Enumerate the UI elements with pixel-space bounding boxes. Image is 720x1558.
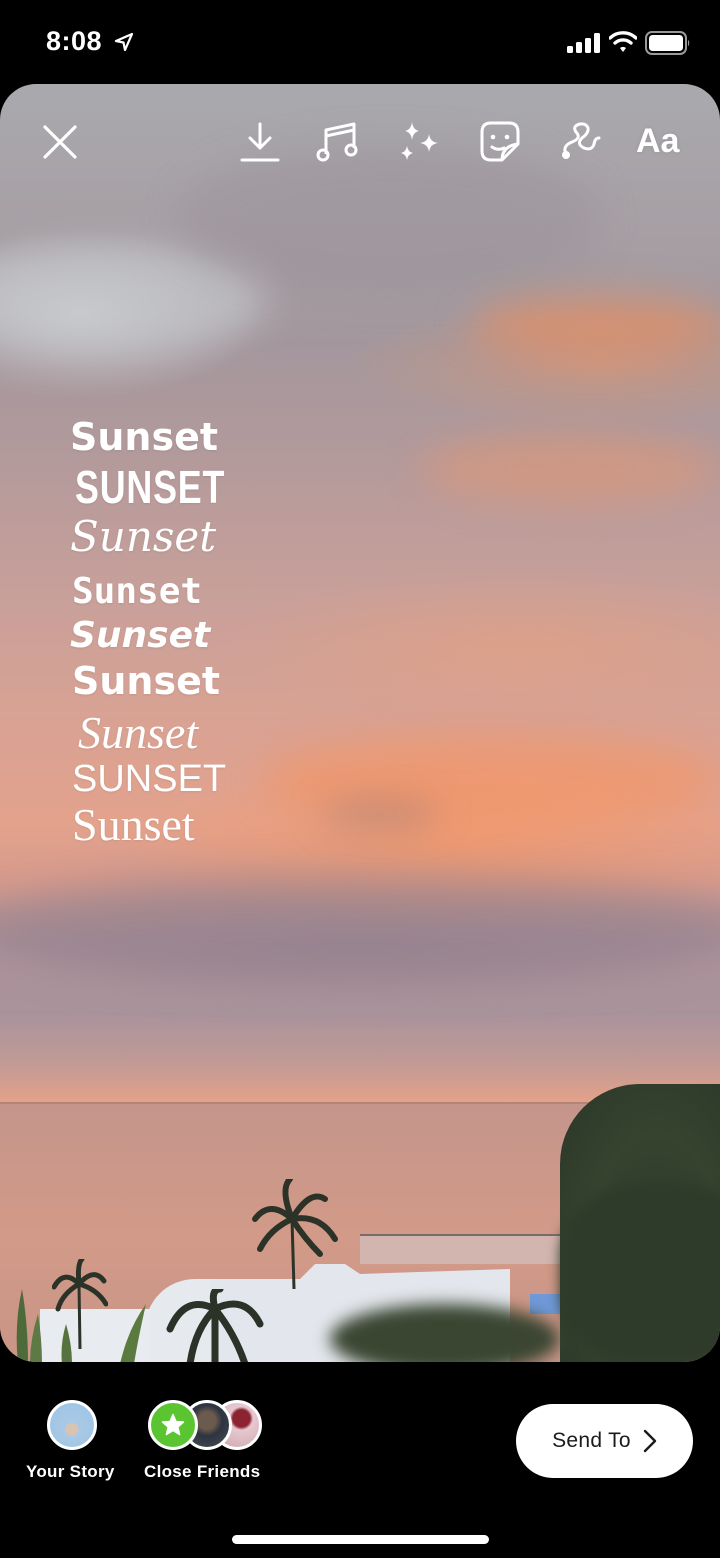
wifi-icon: [609, 31, 637, 52]
close-icon: [43, 125, 77, 159]
text-overlay-bold-italic[interactable]: Sunset: [70, 618, 268, 662]
your-story-avatar: [47, 1400, 97, 1450]
download-button[interactable]: [238, 120, 282, 164]
your-story-button[interactable]: Your Story: [26, 1400, 115, 1482]
sticker-button[interactable]: [478, 120, 522, 164]
building: [360, 1234, 590, 1264]
cloud-shape: [180, 144, 600, 294]
status-time: 8:08: [46, 26, 103, 56]
draw-button[interactable]: [558, 120, 602, 164]
close-friends-avatars: [148, 1400, 268, 1450]
cellular-signal-icon: [567, 33, 600, 53]
cloud-shape: [320, 804, 440, 824]
status-bar: 8:08: [0, 0, 720, 84]
text-overlay-sans-caps[interactable]: SUNSET: [72, 760, 268, 802]
text-tool-button[interactable]: Aa: [636, 122, 679, 161]
palm-tree: [166, 1289, 264, 1362]
sticker-icon: [480, 121, 520, 162]
home-indicator[interactable]: [232, 1535, 489, 1544]
download-icon: [240, 122, 280, 162]
star-icon: [161, 1413, 185, 1436]
close-button[interactable]: [38, 120, 82, 164]
send-to-button[interactable]: Send To: [516, 1404, 693, 1478]
effects-button[interactable]: [398, 120, 442, 164]
send-to-label: Send To: [552, 1429, 631, 1452]
text-overlay-serif-italic[interactable]: Sunset: [78, 710, 268, 760]
palm-tree: [252, 1179, 338, 1289]
close-friends-badge: [148, 1400, 198, 1450]
text-overlay-rounded[interactable]: Sunset: [72, 662, 268, 710]
foreground-plants: [16, 1289, 146, 1362]
location-arrow-icon: [114, 32, 134, 52]
text-overlay-serif[interactable]: Sunset: [72, 802, 268, 848]
close-friends-label: Close Friends: [144, 1462, 261, 1481]
cloud-shape: [470, 294, 720, 354]
close-friends-button[interactable]: Close Friends: [144, 1400, 268, 1482]
text-overlay-bold-sans[interactable]: Sunset: [70, 418, 268, 464]
foliage: [560, 1184, 720, 1362]
cloud-shape: [420, 434, 720, 504]
battery-icon: [645, 31, 690, 55]
text-overlay-typewriter[interactable]: Sunset: [72, 574, 268, 618]
text-overlay-condensed-caps[interactable]: SUNSET: [75, 464, 226, 516]
text-overlay-script[interactable]: Sunset: [70, 516, 268, 574]
music-note-icon: [316, 122, 358, 162]
chevron-right-icon: [643, 1429, 657, 1453]
music-button[interactable]: [316, 120, 360, 164]
text-overlay-stack: Sunset SUNSET Sunset Sunset Sunset Sunse…: [68, 418, 268, 848]
cloud-shape: [0, 874, 720, 984]
draw-squiggle-icon: [562, 122, 601, 159]
sparkles-icon: [401, 122, 438, 160]
your-story-label: Your Story: [26, 1462, 115, 1481]
